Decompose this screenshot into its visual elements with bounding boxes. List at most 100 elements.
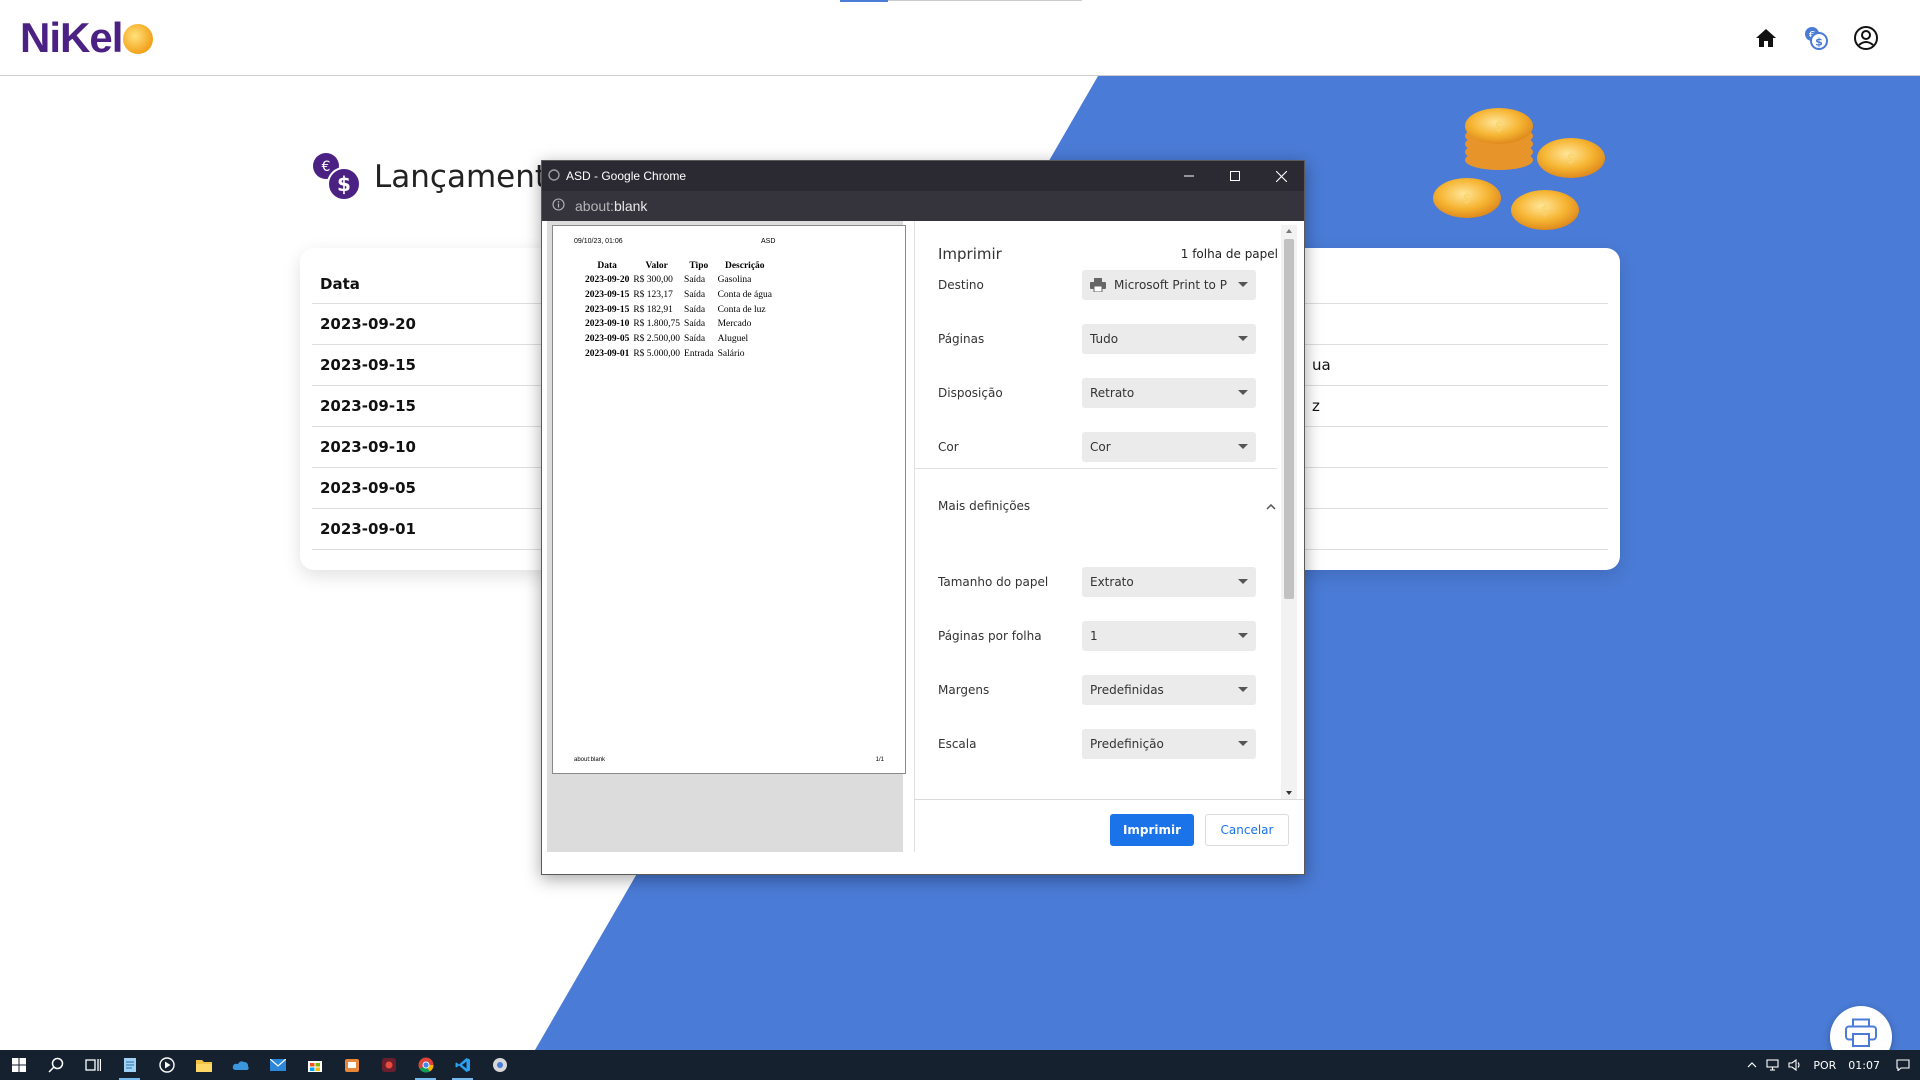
svg-text:$: $	[1463, 191, 1472, 207]
preview-cell: Mercado	[717, 319, 752, 330]
color-value: Cor	[1090, 440, 1111, 454]
dialog-action-bar: Imprimir Cancelar	[914, 799, 1304, 852]
mail-icon[interactable]	[259, 1050, 296, 1080]
svg-text:$: $	[1541, 203, 1550, 219]
scale-select[interactable]: Predefinição	[1082, 729, 1256, 759]
preview-cell: 2023-09-05	[585, 334, 630, 345]
volume-icon[interactable]	[1785, 1050, 1807, 1080]
preview-cell: Saída	[684, 290, 706, 301]
scrollbar-thumb[interactable]	[1284, 239, 1294, 599]
margins-select[interactable]: Predefinidas	[1082, 675, 1256, 705]
margins-label: Margens	[938, 683, 990, 697]
svg-text:$: $	[1567, 151, 1576, 167]
preview-row: 2023-09-01 R$ 5.000,00 Entrada Salário	[583, 346, 774, 361]
preview-cell: R$ 300,00	[633, 275, 673, 286]
onedrive-icon[interactable]	[222, 1050, 259, 1080]
taskbar-apps	[0, 1050, 518, 1080]
header-nav: €$	[1752, 24, 1880, 52]
home-icon[interactable]	[1752, 24, 1780, 52]
preview-cell: 2023-09-01	[585, 348, 630, 359]
preview-cell: Conta de luz	[717, 304, 766, 315]
address-bar[interactable]: about: blank	[542, 191, 1304, 221]
print-button[interactable]: Imprimir	[1110, 814, 1194, 846]
file-explorer-icon[interactable]	[185, 1050, 222, 1080]
settings-divider	[915, 468, 1277, 469]
preview-row: 2023-09-20 R$ 300,00 Saída Gasolina	[583, 273, 774, 288]
git-app-icon[interactable]	[370, 1050, 407, 1080]
pages-per-sheet-value: 1	[1090, 629, 1098, 643]
chrome-icon[interactable]	[407, 1050, 444, 1080]
paper-size-row: Tamanho do papel Extrato	[938, 567, 1278, 597]
preview-footer-page: 1/1	[875, 757, 884, 763]
color-select[interactable]: Cor	[1082, 432, 1256, 462]
pages-per-sheet-select[interactable]: 1	[1082, 621, 1256, 651]
preview-table-header: Data Valor Tipo Descrição	[583, 258, 774, 273]
preview-col-date: Data	[597, 260, 617, 271]
layout-label: Disposição	[938, 386, 1003, 400]
layout-select[interactable]: Retrato	[1082, 378, 1256, 408]
maximize-button[interactable]	[1212, 161, 1258, 191]
preview-cell: 2023-09-15	[585, 304, 630, 315]
search-icon[interactable]	[37, 1050, 74, 1080]
window-title-bar[interactable]: ASD - Google Chrome	[542, 161, 1304, 191]
windows-start-icon[interactable]	[0, 1050, 37, 1080]
preview-row: 2023-09-15 R$ 123,17 Saída Conta de água	[583, 288, 774, 303]
settings-scrollbar[interactable]	[1281, 225, 1297, 799]
print-preview-area: 09/10/23, 01:06 ASD Data Valor Tipo Desc…	[547, 221, 906, 852]
chevron-up-icon[interactable]	[1741, 1050, 1763, 1080]
windows-taskbar: POR 01:07	[0, 1050, 1920, 1080]
coin-icon	[123, 24, 154, 54]
chevron-down-icon	[1238, 444, 1248, 449]
network-icon[interactable]	[1763, 1050, 1785, 1080]
preview-page: 09/10/23, 01:06 ASD Data Valor Tipo Desc…	[552, 225, 906, 774]
preview-cell: R$ 5.000,00	[633, 348, 681, 359]
browser-app-icon[interactable]	[481, 1050, 518, 1080]
package-app-icon[interactable]	[333, 1050, 370, 1080]
pages-select[interactable]: Tudo	[1082, 324, 1256, 354]
close-button[interactable]	[1258, 161, 1304, 191]
cell-date: 2023-09-05	[320, 479, 416, 497]
pages-per-sheet-label: Páginas por folha	[938, 629, 1042, 643]
preview-header-title: ASD	[761, 238, 776, 245]
cell-date: 2023-09-15	[320, 356, 416, 374]
scroll-up-arrow-icon[interactable]	[1286, 229, 1292, 233]
language-indicator[interactable]: POR	[1807, 1059, 1842, 1072]
vscode-icon[interactable]	[444, 1050, 481, 1080]
notifications-icon[interactable]	[1886, 1050, 1920, 1080]
media-player-icon[interactable]	[148, 1050, 185, 1080]
currency-exchange-icon[interactable]: €$	[1802, 24, 1830, 52]
preview-table: Data Valor Tipo Descrição 2023-09-20 R$ 3…	[583, 258, 774, 361]
task-view-icon[interactable]	[74, 1050, 111, 1080]
preview-cell: R$ 123,17	[633, 290, 673, 301]
system-tray: POR 01:07	[1741, 1050, 1920, 1080]
printer-icon	[1844, 1018, 1878, 1053]
preview-col-description: Descrição	[724, 260, 765, 271]
preview-cell: Saída	[684, 304, 706, 315]
preview-footer-url: about:blank	[574, 757, 606, 763]
preview-cell: Conta de água	[717, 290, 772, 301]
preview-cell: Saída	[684, 275, 706, 286]
address-scheme: about:	[575, 198, 614, 214]
destination-select[interactable]: Microsoft Print to P	[1082, 270, 1256, 300]
cell-date: 2023-09-10	[320, 438, 416, 456]
notepad-app-icon[interactable]	[111, 1050, 148, 1080]
print-settings-panel: Imprimir 1 folha de papel Destino Micros…	[914, 221, 1304, 799]
preview-cell: R$ 1.800,75	[633, 319, 681, 330]
preview-cell: Entrada	[684, 348, 714, 359]
store-icon[interactable]	[296, 1050, 333, 1080]
chevron-down-icon	[1238, 390, 1248, 395]
destination-row: Destino Microsoft Print to P	[938, 270, 1278, 300]
chevron-down-icon	[1238, 579, 1248, 584]
preview-cell: 2023-09-10	[585, 319, 630, 330]
paper-size-select[interactable]: Extrato	[1082, 567, 1256, 597]
minimize-button[interactable]	[1166, 161, 1212, 191]
print-dialog-window: ASD - Google Chrome about: blank 09/10/23…	[541, 160, 1305, 875]
preview-col-value: Valor	[645, 260, 668, 271]
scroll-down-arrow-icon[interactable]	[1286, 791, 1292, 795]
cancel-button[interactable]: Cancelar	[1205, 814, 1289, 846]
more-settings-toggle[interactable]: Mais definições	[938, 496, 1278, 516]
clock[interactable]: 01:07	[1842, 1059, 1886, 1072]
nikel-logo[interactable]: NiKel	[20, 14, 154, 62]
account-circle-icon[interactable]	[1852, 24, 1880, 52]
info-icon[interactable]	[552, 198, 565, 214]
